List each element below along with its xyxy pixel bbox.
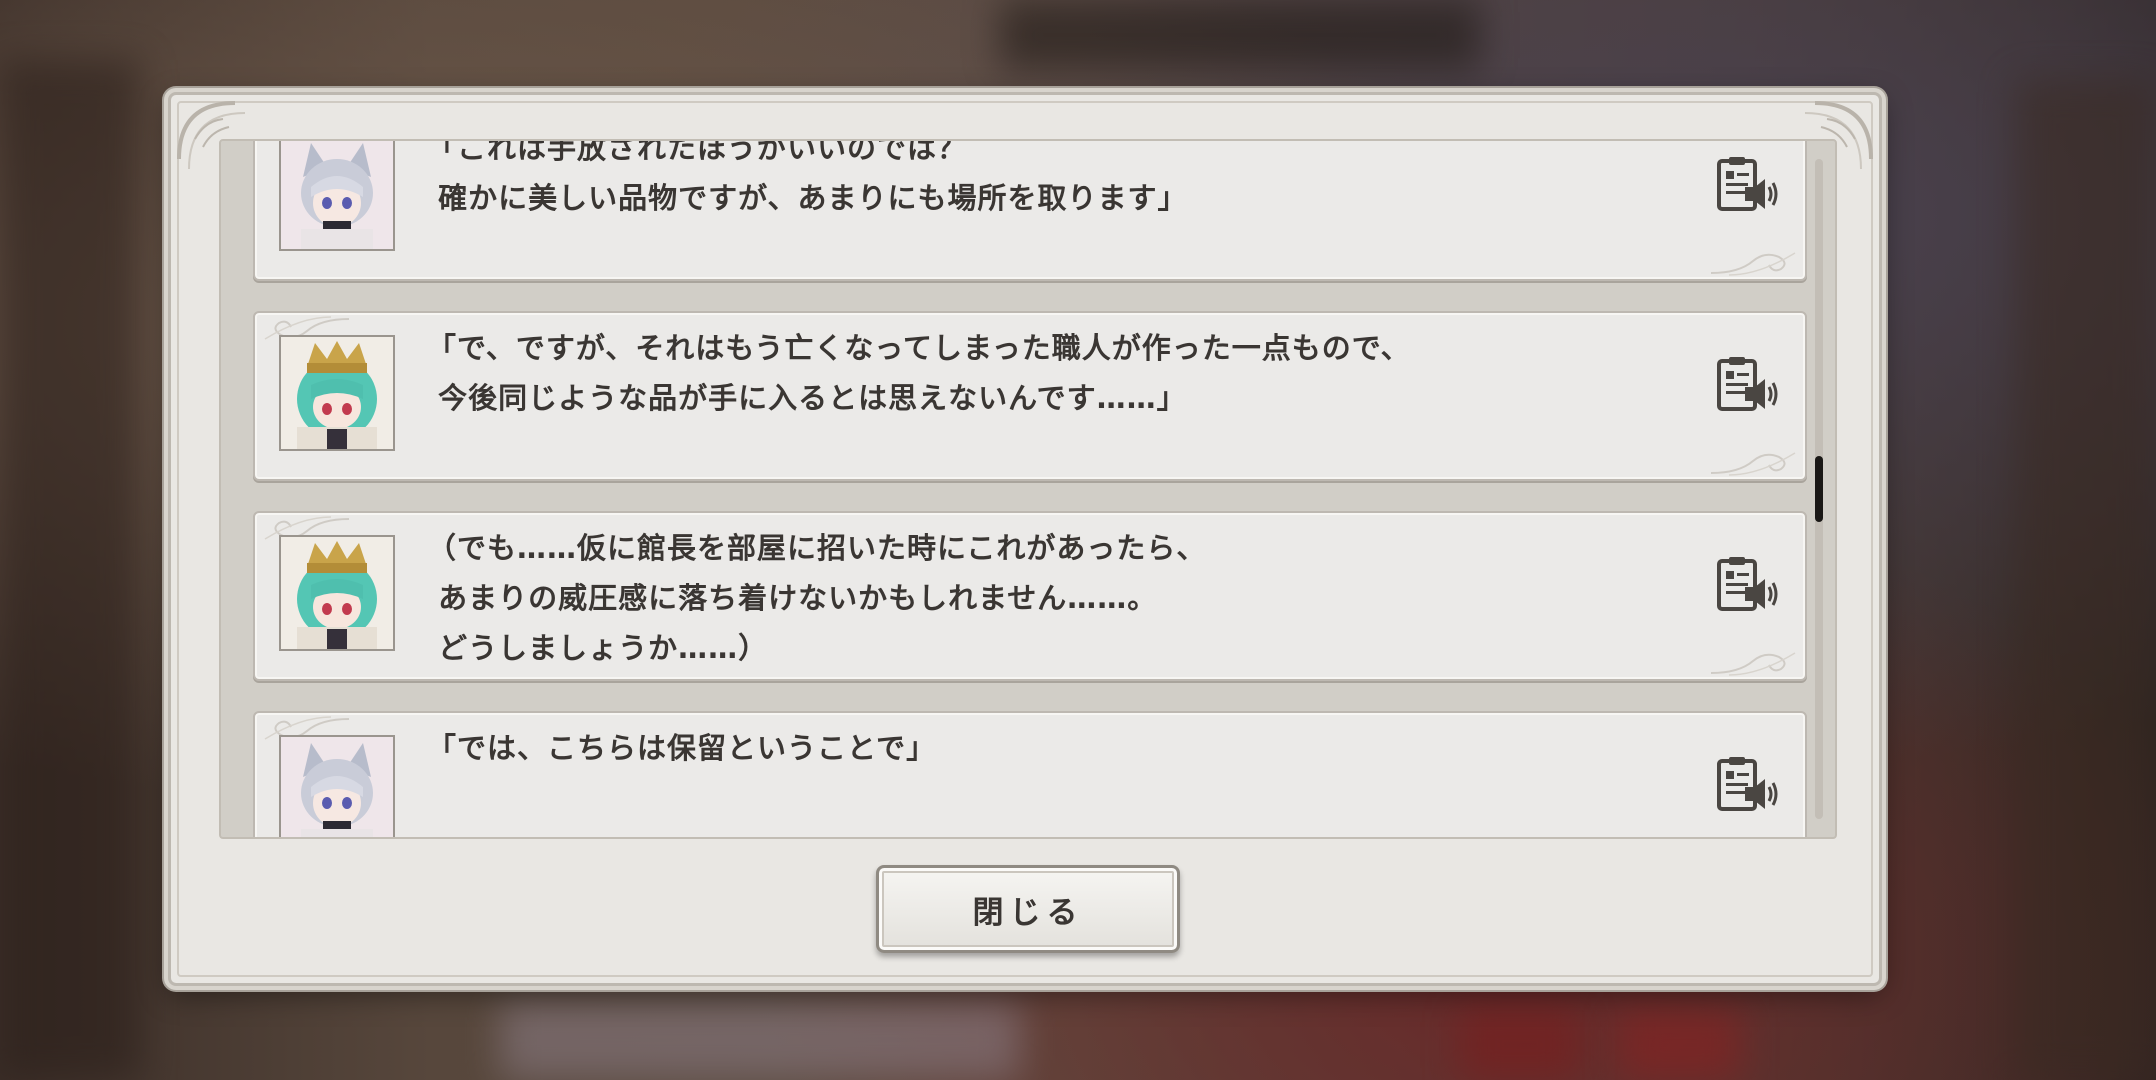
close-button[interactable]: 閉じる — [876, 865, 1180, 953]
scrollbar-thumb[interactable] — [1815, 456, 1823, 522]
flourish-ornament-icon — [1710, 652, 1796, 676]
speaker-avatar — [279, 535, 395, 651]
log-entry: （でも……仮に館長を部屋に招いた時にこれがあったら、 あまりの威圧感に落ち着けな… — [253, 511, 1807, 681]
dialogue-text: 「では、こちらは保留ということで」 — [427, 731, 937, 765]
flourish-ornament-icon — [1710, 252, 1796, 276]
background-blur — [2016, 80, 2156, 1080]
speaker-avatar — [279, 335, 395, 451]
voice-replay-icon[interactable] — [1715, 353, 1779, 417]
dialogue-text: 「これは手放されたほうがいいのでは？ 確かに美しい品物ですが、あまりにも場所を取… — [427, 139, 1188, 215]
log-entry: 「これは手放されたほうがいいのでは？ 確かに美しい品物ですが、あまりにも場所を取… — [253, 139, 1807, 281]
scrollbar-track[interactable] — [1815, 159, 1823, 819]
speaker-avatar — [279, 735, 395, 837]
voice-replay-icon[interactable] — [1715, 153, 1779, 217]
background-blur — [1620, 1010, 1740, 1080]
log-entry: 「では、こちらは保留ということで」 — [253, 711, 1807, 837]
background-blur — [500, 1000, 1020, 1080]
dialogue-text: 「で、ですが、それはもう亡くなってしまった職人が作った一点もので、 今後同じよう… — [427, 331, 1411, 415]
voice-replay-icon[interactable] — [1715, 753, 1779, 817]
backlog-list-panel[interactable]: 「これは手放されたほうがいいのでは？ 確かに美しい品物ですが、あまりにも場所を取… — [219, 139, 1837, 839]
voice-replay-icon[interactable] — [1715, 553, 1779, 617]
log-entry: 「で、ですが、それはもう亡くなってしまった職人が作った一点もので、 今後同じよう… — [253, 311, 1807, 481]
dialogue-text: （でも……仮に館長を部屋に招いた時にこれがあったら、 あまりの威圧感に落ち着けな… — [427, 531, 1207, 665]
background-blur — [0, 60, 140, 1080]
backlog-dialog: 「これは手放されたほうがいいのでは？ 確かに美しい品物ですが、あまりにも場所を取… — [168, 92, 1882, 986]
background-blur — [1000, 0, 1480, 70]
background-blur — [1460, 1010, 1580, 1080]
flourish-ornament-icon — [1710, 452, 1796, 476]
speaker-avatar — [279, 141, 395, 251]
